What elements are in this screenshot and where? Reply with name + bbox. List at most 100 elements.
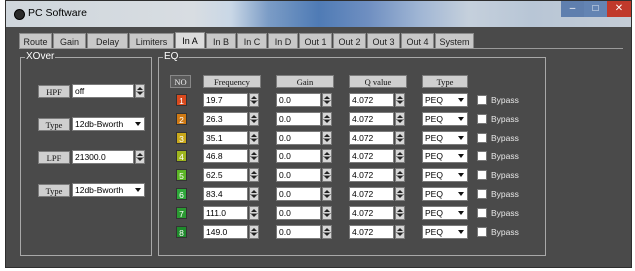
- bypass-checkbox[interactable]: [477, 189, 487, 199]
- spin-up-icon[interactable]: [397, 152, 403, 155]
- lpf-spinner[interactable]: [135, 150, 145, 164]
- tab-in-b[interactable]: In B: [206, 33, 236, 49]
- chevron-down-icon[interactable]: [456, 208, 466, 218]
- tab-system[interactable]: System: [435, 33, 474, 49]
- spin-up-icon[interactable]: [251, 152, 257, 155]
- value-spinner[interactable]: [322, 206, 332, 220]
- spin-up-icon[interactable]: [251, 228, 257, 231]
- lpf-type-select[interactable]: 12db-Bworth: [72, 183, 145, 197]
- spin-down-icon[interactable]: [397, 120, 403, 123]
- value-spinner[interactable]: [322, 225, 332, 239]
- spin-up-icon[interactable]: [251, 96, 257, 99]
- spin-up-icon[interactable]: [324, 171, 330, 174]
- frequency-input[interactable]: 46.8: [203, 149, 248, 163]
- value-spinner[interactable]: [249, 112, 259, 126]
- value-spinner[interactable]: [249, 187, 259, 201]
- frequency-input[interactable]: 111.0: [203, 206, 248, 220]
- filter-type-select[interactable]: PEQ: [422, 225, 468, 239]
- frequency-input[interactable]: 149.0: [203, 225, 248, 239]
- spin-down-icon[interactable]: [251, 101, 257, 104]
- tab-in-d[interactable]: In D: [268, 33, 298, 49]
- frequency-input[interactable]: 19.7: [203, 93, 248, 107]
- tab-gain[interactable]: Gain: [53, 33, 86, 49]
- spin-up-icon[interactable]: [251, 190, 257, 193]
- tab-in-a[interactable]: In A: [175, 32, 205, 49]
- value-spinner[interactable]: [249, 149, 259, 163]
- q-value-input[interactable]: 4.072: [349, 131, 394, 145]
- spin-down-icon[interactable]: [251, 120, 257, 123]
- spin-up-icon[interactable]: [324, 115, 330, 118]
- spin-up-icon[interactable]: [397, 134, 403, 137]
- spin-down-icon[interactable]: [251, 233, 257, 236]
- frequency-input[interactable]: 83.4: [203, 187, 248, 201]
- tab-in-c[interactable]: In C: [237, 33, 267, 49]
- q-value-input[interactable]: 4.072: [349, 187, 394, 201]
- q-value-input[interactable]: 4.072: [349, 225, 394, 239]
- maximize-button[interactable]: □: [584, 1, 607, 17]
- spin-up-icon[interactable]: [397, 228, 403, 231]
- bypass-checkbox[interactable]: [477, 208, 487, 218]
- value-spinner[interactable]: [395, 112, 405, 126]
- spin-down-icon[interactable]: [397, 139, 403, 142]
- minimize-button[interactable]: –: [561, 1, 584, 17]
- value-spinner[interactable]: [322, 168, 332, 182]
- spin-up-icon[interactable]: [397, 115, 403, 118]
- value-spinner[interactable]: [395, 225, 405, 239]
- bypass-checkbox[interactable]: [477, 151, 487, 161]
- gain-input[interactable]: 0.0: [276, 112, 321, 126]
- filter-type-select[interactable]: PEQ: [422, 149, 468, 163]
- spin-down-icon[interactable]: [324, 120, 330, 123]
- tab-route[interactable]: Route: [19, 33, 52, 49]
- hpf-spinner[interactable]: [135, 84, 145, 98]
- filter-type-select[interactable]: PEQ: [422, 131, 468, 145]
- close-button[interactable]: ✕: [607, 1, 631, 17]
- spin-up-icon[interactable]: [397, 209, 403, 212]
- spin-up-icon[interactable]: [324, 190, 330, 193]
- q-value-input[interactable]: 4.072: [349, 93, 394, 107]
- chevron-down-icon[interactable]: [456, 151, 466, 161]
- chevron-down-icon[interactable]: [456, 133, 466, 143]
- gain-input[interactable]: 0.0: [276, 168, 321, 182]
- q-value-input[interactable]: 4.072: [349, 206, 394, 220]
- tab-out-3[interactable]: Out 3: [367, 33, 400, 49]
- frequency-input[interactable]: 35.1: [203, 131, 248, 145]
- spin-down-icon[interactable]: [251, 157, 257, 160]
- filter-type-select[interactable]: PEQ: [422, 93, 468, 107]
- gain-input[interactable]: 0.0: [276, 187, 321, 201]
- chevron-down-icon[interactable]: [133, 119, 143, 129]
- bypass-checkbox[interactable]: [477, 133, 487, 143]
- filter-type-select[interactable]: PEQ: [422, 112, 468, 126]
- frequency-input[interactable]: 26.3: [203, 112, 248, 126]
- value-spinner[interactable]: [395, 206, 405, 220]
- spin-down-icon[interactable]: [251, 195, 257, 198]
- spin-up-icon[interactable]: [251, 115, 257, 118]
- spin-down-icon[interactable]: [324, 157, 330, 160]
- spin-up-icon[interactable]: [137, 153, 143, 156]
- bypass-checkbox[interactable]: [477, 95, 487, 105]
- spin-down-icon[interactable]: [324, 233, 330, 236]
- gain-input[interactable]: 0.0: [276, 131, 321, 145]
- spin-down-icon[interactable]: [397, 176, 403, 179]
- filter-type-select[interactable]: PEQ: [422, 206, 468, 220]
- chevron-down-icon[interactable]: [133, 185, 143, 195]
- hpf-input[interactable]: off: [72, 84, 134, 98]
- spin-down-icon[interactable]: [324, 139, 330, 142]
- chevron-down-icon[interactable]: [456, 95, 466, 105]
- tab-delay[interactable]: Delay: [87, 33, 128, 49]
- spin-down-icon[interactable]: [397, 101, 403, 104]
- tab-out-1[interactable]: Out 1: [299, 33, 332, 49]
- tab-out-2[interactable]: Out 2: [333, 33, 366, 49]
- bypass-checkbox[interactable]: [477, 227, 487, 237]
- spin-up-icon[interactable]: [251, 171, 257, 174]
- title-bar[interactable]: PC Software – □ ✕: [6, 1, 631, 27]
- spin-up-icon[interactable]: [137, 87, 143, 90]
- value-spinner[interactable]: [249, 225, 259, 239]
- value-spinner[interactable]: [395, 149, 405, 163]
- spin-up-icon[interactable]: [324, 96, 330, 99]
- chevron-down-icon[interactable]: [456, 170, 466, 180]
- spin-up-icon[interactable]: [251, 209, 257, 212]
- value-spinner[interactable]: [395, 187, 405, 201]
- value-spinner[interactable]: [322, 187, 332, 201]
- spin-up-icon[interactable]: [324, 134, 330, 137]
- value-spinner[interactable]: [249, 168, 259, 182]
